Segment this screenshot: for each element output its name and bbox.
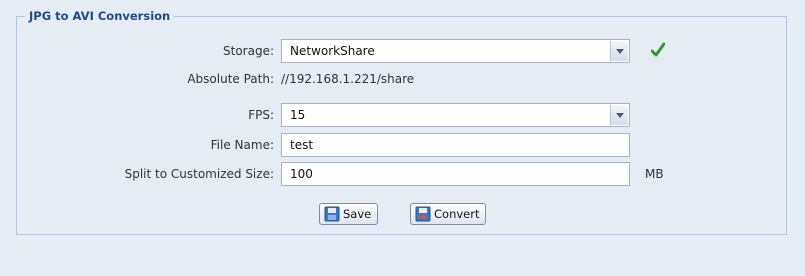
file-name-label: File Name: [210, 138, 274, 152]
floppy-disk-icon [324, 206, 340, 222]
split-size-label: Split to Customized Size: [124, 167, 274, 181]
storage-select[interactable]: NetworkShare [281, 39, 630, 63]
convert-icon [415, 206, 431, 222]
file-name-value: test [290, 138, 314, 152]
chevron-down-icon[interactable] [610, 41, 628, 61]
fps-label: FPS: [248, 108, 274, 122]
save-label: Save [343, 207, 372, 221]
absolute-path-label: Absolute Path: [187, 72, 274, 86]
convert-button[interactable]: Convert [410, 203, 487, 225]
fps-row: FPS: 15 [17, 103, 788, 127]
storage-value: NetworkShare [290, 44, 375, 58]
split-size-unit: MB [645, 167, 664, 181]
fps-select[interactable]: 15 [281, 103, 630, 127]
split-size-input[interactable]: 100 [281, 162, 630, 186]
storage-label: Storage: [223, 44, 274, 58]
split-size-value: 100 [290, 167, 313, 181]
split-size-row: Split to Customized Size: 100 MB [17, 162, 788, 186]
file-name-input[interactable]: test [281, 133, 630, 157]
save-button[interactable]: Save [319, 203, 379, 225]
file-name-row: File Name: test [17, 133, 788, 157]
convert-label: Convert [434, 207, 480, 221]
storage-row: Storage: NetworkShare [17, 39, 788, 63]
check-icon [651, 42, 665, 57]
panel-title: JPG to AVI Conversion [25, 8, 175, 24]
button-row: Save Convert [17, 203, 788, 227]
fps-value: 15 [290, 108, 306, 122]
chevron-down-icon[interactable] [610, 105, 628, 125]
absolute-path-row: Absolute Path: //192.168.1.221/share [17, 67, 788, 91]
absolute-path-value: //192.168.1.221/share [281, 72, 415, 86]
conversion-panel: JPG to AVI Conversion Storage: NetworkSh… [16, 8, 788, 235]
